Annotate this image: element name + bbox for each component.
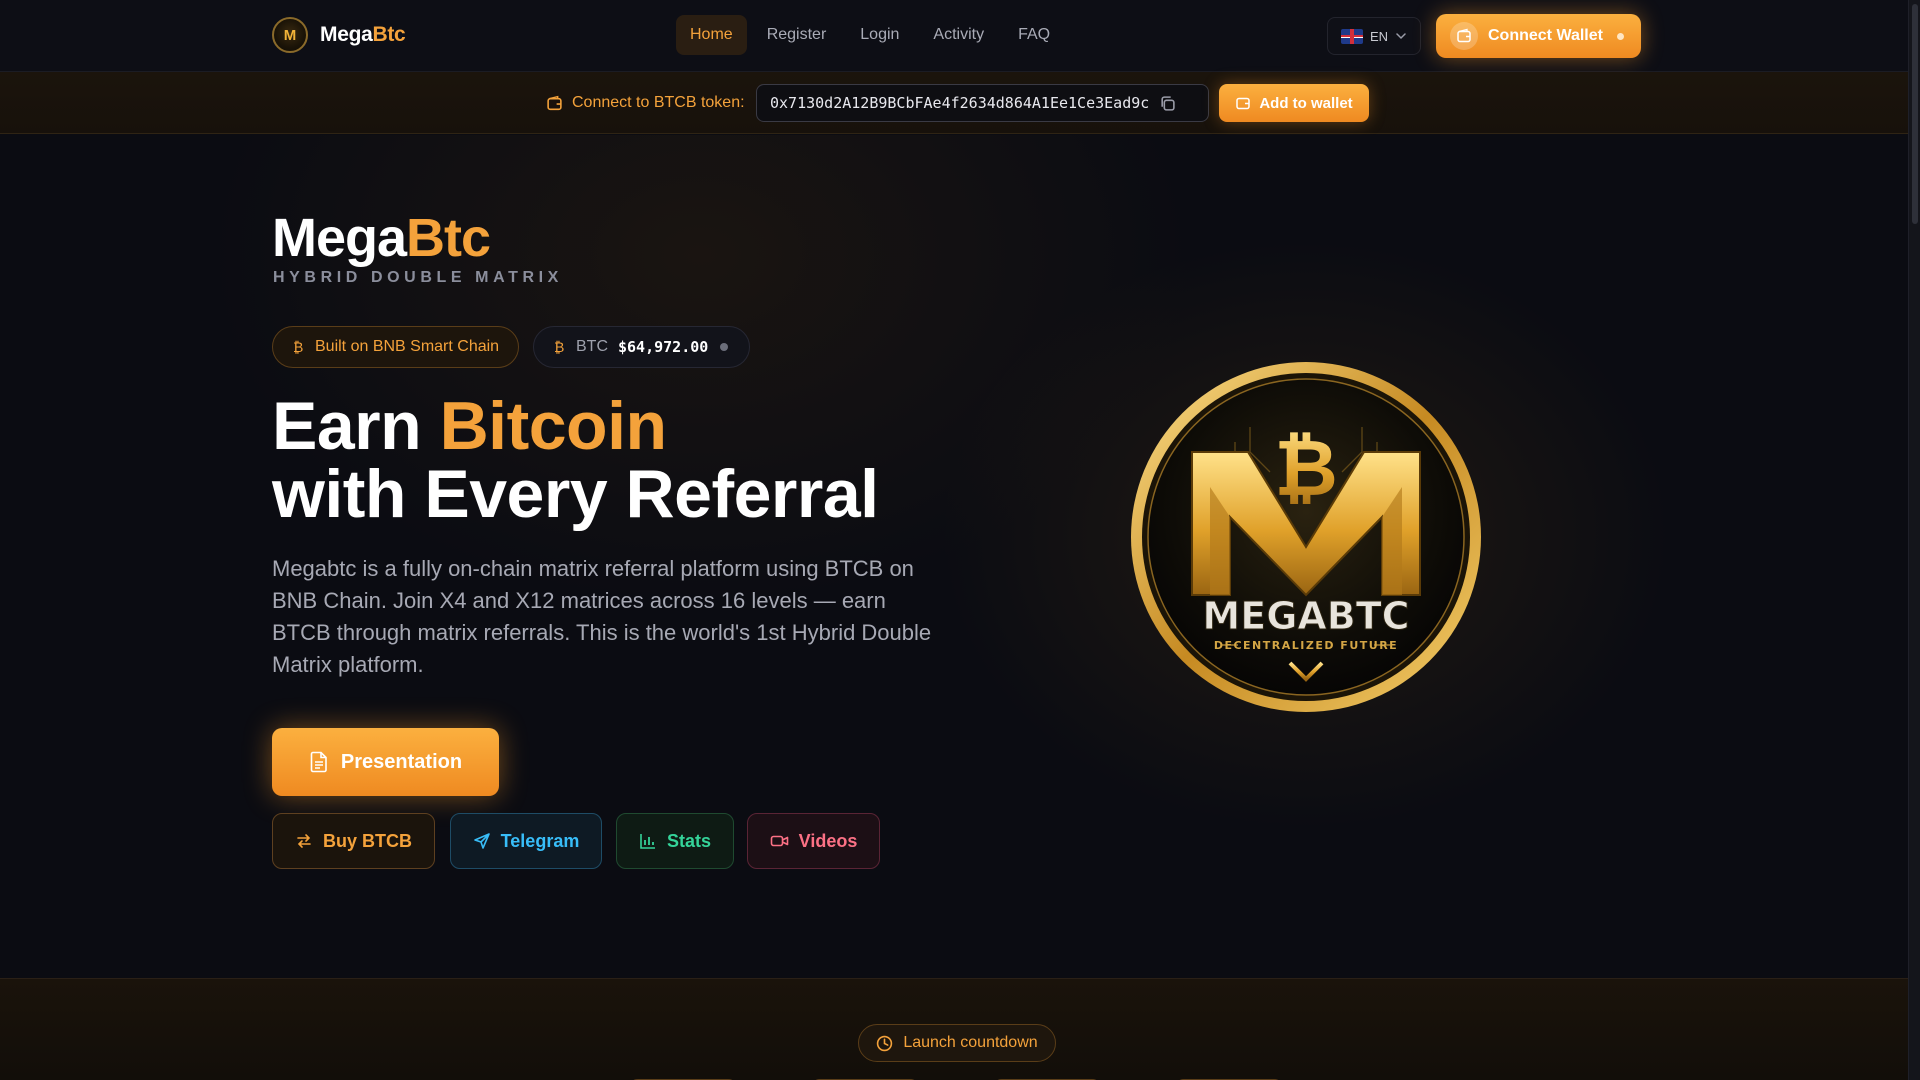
btc-price: $64,972.00 bbox=[618, 338, 709, 356]
token-bar-label-text: Connect to BTCB token: bbox=[572, 94, 745, 111]
brand-name-prefix: Mega bbox=[320, 23, 373, 46]
scrollbar-thumb[interactable] bbox=[1912, 4, 1918, 224]
video-icon bbox=[770, 835, 788, 847]
nav-item-login[interactable]: Login bbox=[846, 15, 913, 55]
status-dot bbox=[1616, 32, 1624, 40]
nav-item-faq[interactable]: FAQ bbox=[1004, 15, 1064, 55]
coin-tagline: DECENTRALIZED FUTURE bbox=[1214, 639, 1398, 652]
chain-badge: ₿ Built on BNB Smart Chain bbox=[272, 326, 519, 368]
copy-icon[interactable] bbox=[1159, 95, 1176, 112]
brand-logo: M bbox=[272, 17, 308, 53]
btc-price-badge: ₿ BTC $64,972.00 bbox=[533, 326, 750, 368]
svg-text:₿: ₿ bbox=[554, 340, 564, 355]
bar-chart-icon bbox=[640, 834, 655, 849]
countdown-section: Launch countdown bbox=[0, 978, 1908, 1080]
headline-line-1: Earn Bitcoin bbox=[272, 392, 879, 460]
hero-title-prefix: Mega bbox=[272, 208, 407, 268]
token-address: 0x7130d2A12B9BCbFAe4f2634d864A1Ee1Ce3Ead… bbox=[770, 94, 1150, 112]
page-scrollbar[interactable] bbox=[1908, 0, 1920, 1080]
launch-countdown-badge: Launch countdown bbox=[858, 1024, 1056, 1062]
buy-btcb-label: Buy BTCB bbox=[323, 830, 412, 851]
token-bar-label: Connect to BTCB token: bbox=[546, 94, 745, 112]
telegram-label: Telegram bbox=[500, 830, 580, 851]
bitcoin-icon: ₿ bbox=[554, 340, 564, 355]
connect-wallet-button[interactable]: Connect Wallet bbox=[1436, 14, 1641, 58]
bitcoin-icon: ₿ bbox=[293, 340, 303, 355]
nav-item-register[interactable]: Register bbox=[753, 15, 841, 55]
swap-icon bbox=[297, 834, 311, 848]
wallet-icon bbox=[1236, 97, 1251, 110]
chevron-down-icon bbox=[1396, 33, 1406, 40]
hero-section: MegaBtc HYBRID DOUBLE MATRIX ₿ Built on … bbox=[0, 135, 1908, 978]
headline-line-2: with Every Referral bbox=[272, 456, 879, 532]
add-to-wallet-button[interactable]: Add to wallet bbox=[1219, 84, 1369, 122]
stats-button[interactable]: Stats bbox=[616, 813, 734, 869]
clock-icon bbox=[877, 1035, 893, 1051]
uk-flag-icon bbox=[1340, 28, 1363, 44]
headline-prefix: Earn bbox=[272, 388, 440, 464]
hero-description: Megabtc is a fully on-chain matrix refer… bbox=[272, 556, 932, 677]
nav-item-home[interactable]: Home bbox=[676, 15, 747, 55]
svg-text:₿: ₿ bbox=[293, 340, 303, 355]
connect-wallet-label: Connect Wallet bbox=[1488, 27, 1603, 44]
presentation-button[interactable]: Presentation bbox=[272, 728, 499, 796]
buy-btcb-button[interactable]: Buy BTCB bbox=[272, 813, 435, 869]
chain-badge-label: Built on BNB Smart Chain bbox=[315, 338, 500, 355]
token-bar: Connect to BTCB token: 0x7130d2A12B9BCbF… bbox=[0, 72, 1908, 134]
live-indicator bbox=[720, 343, 729, 351]
send-icon bbox=[473, 833, 490, 849]
nav-item-activity[interactable]: Activity bbox=[919, 15, 998, 55]
hero-headline: Earn Bitcoin with Every Referral bbox=[272, 392, 879, 528]
language-label: EN bbox=[1369, 28, 1389, 44]
headline-accent: Bitcoin bbox=[439, 388, 667, 464]
btc-label: BTC bbox=[576, 338, 608, 355]
hero-title-accent: Btc bbox=[406, 208, 491, 268]
language-selector[interactable]: EN bbox=[1327, 17, 1421, 55]
stats-label: Stats bbox=[666, 830, 711, 851]
megabtc-coin-emblem: ₿ MEGABTC DECENTRALIZED FUTURE bbox=[1130, 357, 1482, 717]
presentation-label: Presentation bbox=[340, 750, 463, 773]
launch-countdown-label: Launch countdown bbox=[903, 1034, 1038, 1051]
wallet-icon bbox=[1450, 22, 1478, 50]
hero-brand-title: MegaBtc bbox=[272, 207, 491, 269]
brand-name-accent: Btc bbox=[372, 23, 406, 46]
brand-name: MegaBtc bbox=[320, 23, 406, 47]
brand[interactable]: M MegaBtc bbox=[272, 17, 406, 53]
coin-text: MEGABTC bbox=[1202, 594, 1409, 638]
videos-label: Videos bbox=[798, 830, 858, 851]
telegram-button[interactable]: Telegram bbox=[450, 813, 602, 869]
videos-button[interactable]: Videos bbox=[747, 813, 880, 869]
hero-subtitle: HYBRID DOUBLE MATRIX bbox=[273, 269, 563, 286]
wallet-icon bbox=[547, 95, 562, 110]
main-menu: Home Register Login Activity FAQ bbox=[676, 15, 1064, 55]
add-to-wallet-label: Add to wallet bbox=[1259, 94, 1353, 112]
token-address-field[interactable]: 0x7130d2A12B9BCbFAe4f2634d864A1Ee1Ce3Ead… bbox=[756, 84, 1209, 122]
top-navbar: M MegaBtc Home Register Login Activity F… bbox=[0, 0, 1908, 72]
document-icon bbox=[310, 751, 327, 773]
svg-text:₿: ₿ bbox=[1274, 424, 1338, 514]
